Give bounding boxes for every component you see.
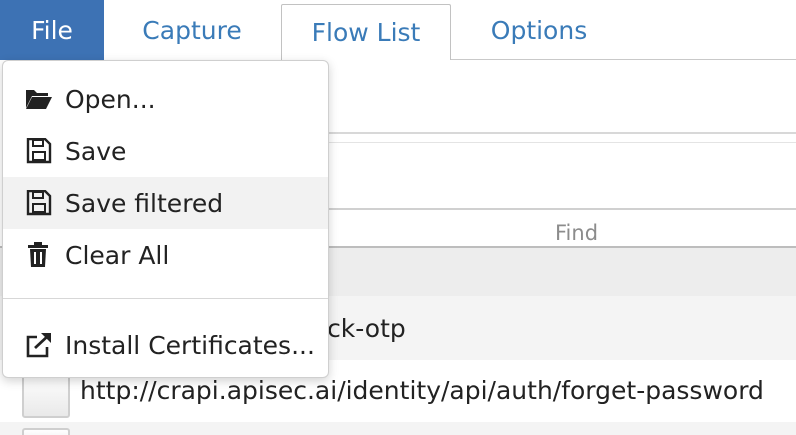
menu-item-label: Open... (65, 84, 156, 114)
menu-item-clear-all[interactable]: Clear All (3, 229, 328, 281)
tab-options[interactable]: Options (466, 0, 612, 60)
trash-icon (25, 242, 53, 268)
table-row[interactable] (0, 422, 796, 435)
tab-flow-list[interactable]: Flow List (281, 4, 451, 60)
flow-url: http://crapi.apisec.ai/identity/api/auth… (80, 376, 764, 405)
find-label: Find (555, 221, 599, 245)
toolbar-divider (300, 132, 796, 134)
menu-item-label: Save filtered (65, 188, 224, 218)
row-select-checkbox[interactable] (22, 428, 70, 435)
menu-separator (3, 298, 328, 299)
menu-item-save-filtered[interactable]: Save filtered (3, 177, 328, 229)
menu-item-label: Save (65, 136, 127, 166)
row-select-checkbox[interactable] (22, 372, 70, 418)
toolbar-divider (300, 142, 796, 143)
tab-capture[interactable]: Capture (117, 0, 267, 60)
floppy-disk-icon (25, 137, 53, 164)
menu-item-open[interactable]: Open... (3, 73, 328, 125)
file-menu-dropdown: Open... Save Save filtered Clear All Ins… (2, 60, 329, 378)
menu-item-save[interactable]: Save (3, 125, 328, 177)
menu-item-label: Install Certificates... (65, 330, 315, 360)
main-tab-bar: File Capture Flow List Options (0, 0, 796, 60)
tab-file[interactable]: File (0, 0, 104, 60)
folder-open-icon (25, 86, 53, 112)
menu-item-install-certificates[interactable]: Install Certificates... (3, 319, 328, 371)
floppy-disk-icon (25, 189, 53, 216)
external-link-icon (25, 332, 53, 358)
menu-item-label: Clear All (65, 240, 170, 270)
